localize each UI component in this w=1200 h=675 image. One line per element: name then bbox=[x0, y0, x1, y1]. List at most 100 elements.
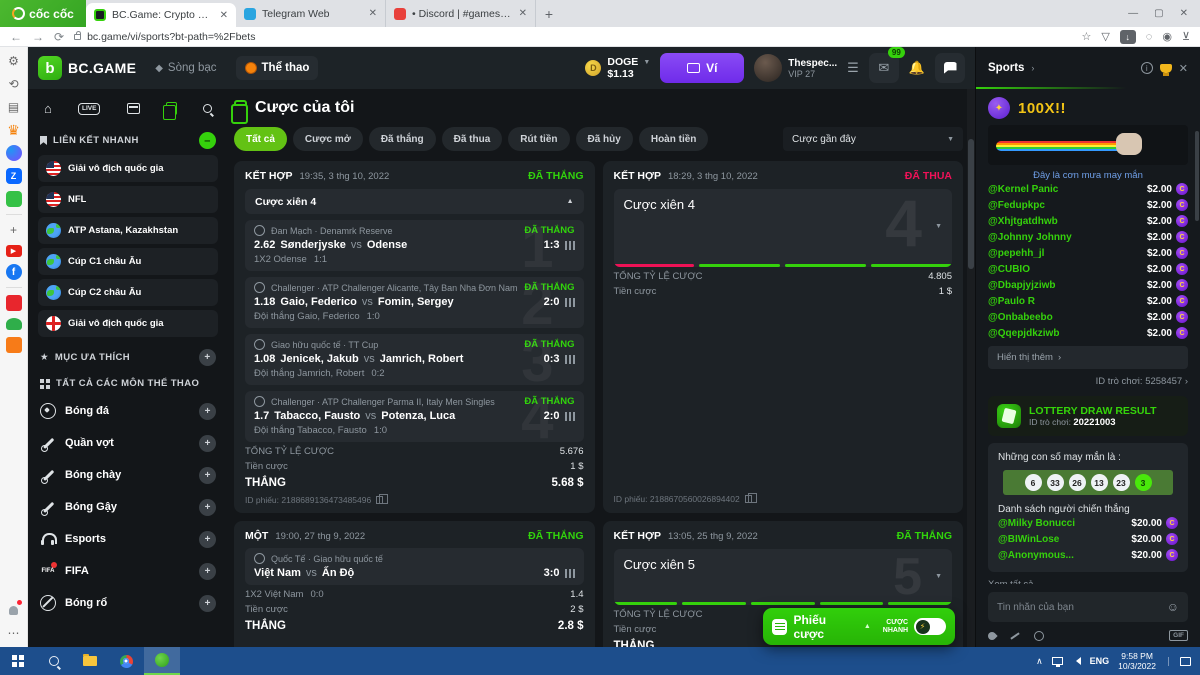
sidebar-item-fifa[interactable]: FIFA FIFA + bbox=[38, 555, 218, 587]
rain-game-id[interactable]: ID trò chơi: 5258457 › bbox=[988, 376, 1188, 387]
quick-bet-toggle[interactable]: ⚡ bbox=[914, 618, 946, 635]
bet-leg-4[interactable]: 4 Challenger · ATP Challenger Parma II, … bbox=[245, 391, 584, 442]
combo-name-bar[interactable]: Cược xiên 4 ▲ bbox=[245, 189, 584, 214]
shield-icon[interactable]: ▽ bbox=[1101, 30, 1109, 43]
chat-rules-icon[interactable] bbox=[1010, 632, 1019, 639]
chevron-right-icon[interactable]: › bbox=[1031, 63, 1034, 73]
bet-card-combo-won[interactable]: KẾT HỢP 19:35, 3 thg 10, 2022 ĐÃ THẮNG C… bbox=[234, 161, 595, 513]
stats-icon[interactable] bbox=[565, 569, 575, 578]
shop-hat-icon[interactable] bbox=[6, 318, 22, 330]
quick-link-item[interactable]: Cúp C1 châu Âu bbox=[38, 248, 218, 275]
nav-sports[interactable]: Thể thao bbox=[236, 56, 319, 80]
stats-icon[interactable] bbox=[565, 241, 575, 250]
sidebar-item-basketball[interactable]: Bóng rổ + bbox=[38, 587, 218, 619]
stats-icon[interactable] bbox=[565, 412, 575, 421]
expand-icon[interactable]: + bbox=[199, 499, 216, 516]
expand-icon[interactable]: + bbox=[199, 467, 216, 484]
bookmark-star-icon[interactable]: ☆ bbox=[1081, 30, 1091, 43]
copy-icon[interactable] bbox=[376, 496, 383, 504]
expand-icon[interactable]: + bbox=[199, 435, 216, 452]
profile-icon[interactable]: ◉ bbox=[1162, 30, 1172, 43]
tab-discord[interactable]: • Discord | #games | BC G ✕ bbox=[386, 0, 536, 27]
inbox-button[interactable]: ✉ 99 bbox=[869, 53, 899, 83]
sort-dropdown[interactable]: Cược gần đây ▼ bbox=[783, 127, 963, 151]
coccoc-app[interactable] bbox=[144, 647, 180, 675]
messenger-icon[interactable] bbox=[6, 145, 22, 161]
stats-icon[interactable] bbox=[565, 298, 575, 307]
reload-button[interactable]: ⟳ bbox=[54, 30, 64, 44]
live-icon[interactable]: LIVE bbox=[78, 103, 100, 115]
tab-telegram[interactable]: Telegram Web ✕ bbox=[236, 0, 386, 27]
filter-cancelled[interactable]: Đã hủy bbox=[576, 127, 633, 151]
taskbar-search[interactable] bbox=[36, 647, 72, 675]
coccoc-brand[interactable]: cốc cốc bbox=[0, 0, 86, 27]
main-scrollbar[interactable] bbox=[967, 89, 975, 647]
file-explorer[interactable] bbox=[72, 647, 108, 675]
youtube-icon[interactable]: ▶ bbox=[6, 245, 22, 257]
filter-refund[interactable]: Hoàn tiền bbox=[639, 127, 709, 151]
new-tab-button[interactable]: + bbox=[536, 0, 562, 27]
collapse-button[interactable]: – bbox=[199, 132, 216, 149]
bet-leg-3[interactable]: 3 Giao hữu quốc tế · TT Cup ĐÃ THẮNG 1.0… bbox=[245, 334, 584, 385]
maximize-button[interactable]: ▢ bbox=[1154, 8, 1163, 19]
start-button[interactable] bbox=[0, 647, 36, 675]
chat-toggle-button[interactable] bbox=[935, 53, 965, 83]
expand-icon[interactable]: + bbox=[199, 531, 216, 548]
expand-icon[interactable]: + bbox=[199, 403, 216, 420]
url-input[interactable] bbox=[87, 31, 1071, 43]
extensions-icon[interactable]: ◌ bbox=[1146, 31, 1153, 43]
info-icon[interactable]: i bbox=[1141, 62, 1153, 74]
sidebar-item-esports[interactable]: Esports + bbox=[38, 523, 218, 555]
games-icon[interactable] bbox=[6, 191, 22, 207]
single-bet-event[interactable]: Quốc Tế · Giao hữu quốc tế Việt Nam vs Ấ… bbox=[245, 548, 584, 585]
bet-card-combo-lost[interactable]: KẾT HỢP 18:29, 3 thg 10, 2022 ĐÃ THUA Cư… bbox=[603, 161, 964, 513]
coin-drop-icon[interactable] bbox=[1034, 631, 1044, 641]
add-shortcut-icon[interactable]: + bbox=[6, 222, 22, 238]
facebook-icon[interactable]: f bbox=[6, 264, 22, 280]
copy-icon[interactable] bbox=[745, 495, 752, 503]
quick-link-item[interactable]: Giải vô địch quốc gia bbox=[38, 155, 218, 182]
betslip-button[interactable]: Phiếu cược ▲ CƯỢC NHANH ⚡ bbox=[763, 608, 955, 645]
filter-lost[interactable]: Đã thua bbox=[442, 127, 503, 151]
wallet-button[interactable]: Ví bbox=[660, 53, 744, 83]
sidebar-item-soccer[interactable]: Bóng đá + bbox=[38, 395, 218, 427]
forward-button[interactable]: → bbox=[32, 30, 44, 44]
tab-close-icon[interactable]: ✕ bbox=[369, 8, 377, 19]
scrollbar-thumb[interactable] bbox=[968, 139, 974, 269]
bcgame-logo[interactable]: b BC.GAME bbox=[38, 56, 136, 80]
filter-won[interactable]: Đã thắng bbox=[369, 127, 436, 151]
speaker-icon[interactable] bbox=[1072, 657, 1081, 665]
filter-open[interactable]: Cược mở bbox=[293, 127, 363, 151]
crown-icon[interactable]: ♛ bbox=[6, 122, 22, 138]
bet-leg-2[interactable]: 2 Challenger · ATP Challenger Alicante, … bbox=[245, 277, 584, 328]
sidebar-item-cricket[interactable]: Bóng Gậy + bbox=[38, 491, 218, 523]
emoji-icon[interactable]: ☺ bbox=[1167, 600, 1179, 614]
combo-collapsed-box[interactable]: Cược xiên 4 4 ▼ bbox=[614, 189, 953, 267]
sidebar-item-baseball[interactable]: Bóng chày + bbox=[38, 459, 218, 491]
downloads-tray-icon[interactable]: ⊻ bbox=[1182, 30, 1190, 43]
filter-cashout[interactable]: Rút tiền bbox=[508, 127, 569, 151]
history-icon[interactable]: ⟲ bbox=[6, 76, 22, 92]
bet-card-single-won[interactable]: MỘT 19:00, 27 thg 9, 2022 ĐÃ THẮNG Quốc … bbox=[234, 521, 595, 647]
shopping-sale-icon[interactable] bbox=[6, 295, 22, 311]
network-icon[interactable] bbox=[1052, 657, 1063, 665]
quick-link-item[interactable]: Giải vô địch quốc gia bbox=[38, 310, 218, 337]
chat-input-box[interactable]: ☺ bbox=[988, 592, 1188, 622]
bell-icon[interactable]: 🔔 bbox=[909, 60, 925, 76]
view-all-link[interactable]: Xem tất cả bbox=[988, 579, 1188, 584]
tray-expand-icon[interactable]: ∧ bbox=[1036, 656, 1043, 667]
my-bets-icon[interactable] bbox=[166, 102, 177, 115]
expand-favorites-button[interactable]: + bbox=[199, 349, 216, 366]
settings-gear-icon[interactable]: ⚙ bbox=[6, 53, 22, 69]
minimize-button[interactable]: — bbox=[1128, 8, 1138, 19]
nav-casino[interactable]: ◆ Sòng bạc bbox=[146, 56, 225, 80]
zalo-icon[interactable]: Z bbox=[6, 168, 22, 184]
action-center[interactable] bbox=[1168, 657, 1194, 666]
stats-icon[interactable] bbox=[565, 355, 575, 364]
tab-bcgame[interactable]: BC.Game: Crypto Casino Gam ✕ bbox=[86, 3, 236, 27]
back-button[interactable]: ← bbox=[10, 30, 22, 44]
tab-close-icon[interactable]: ✕ bbox=[220, 10, 228, 21]
home-icon[interactable]: ⌂ bbox=[44, 101, 52, 116]
rain-drop-icon[interactable] bbox=[986, 630, 997, 641]
tab-close-icon[interactable]: ✕ bbox=[519, 8, 527, 19]
